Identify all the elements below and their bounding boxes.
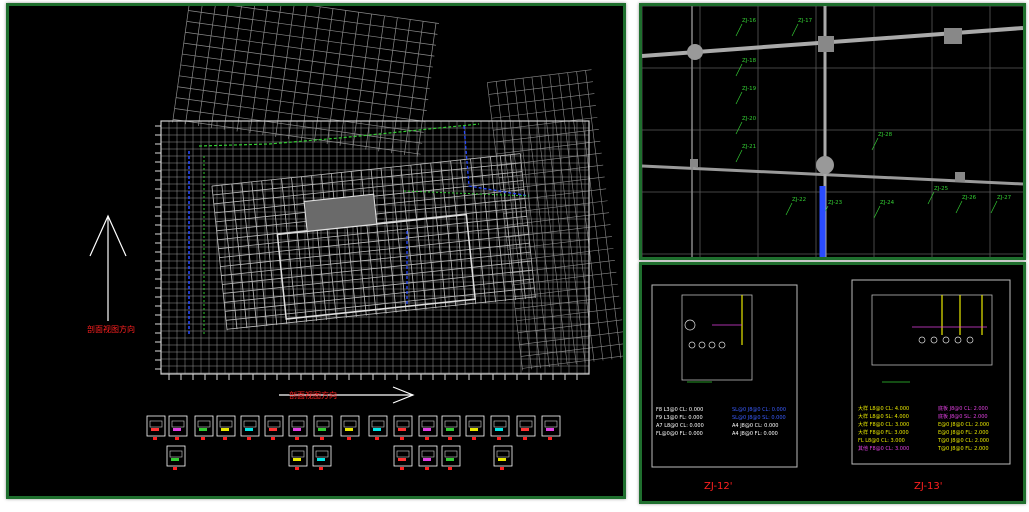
zoom-label: ZJ-21 <box>742 144 756 150</box>
plan-drawing[interactable]: 剖面视图方向 剖面视图方向 <box>9 6 623 496</box>
section-thumbnail[interactable] <box>216 415 236 440</box>
section-thumbnail[interactable] <box>418 415 438 440</box>
left-note-blue-3: A4 J8@0 CL: 0.000 <box>732 423 778 429</box>
section-thumbnail[interactable] <box>441 415 461 440</box>
zoom-label: ZJ-23 <box>828 200 843 206</box>
zoom-label: ZJ-18 <box>742 58 757 64</box>
direction-label-vertical: 剖面视图方向 <box>87 324 135 334</box>
right-note-r1: 底板 J8@0 CL: 2.000 <box>938 405 988 412</box>
right-note-1: 大样 L8@0 CL: 4.000 <box>858 405 909 412</box>
left-note-3: A7 L8@0 CL: 0.000 <box>656 423 704 429</box>
zoom-label: ZJ-16 <box>742 18 757 24</box>
section-right-graphic <box>871 294 993 383</box>
zoom-label: ZJ-28 <box>878 132 893 138</box>
section-left-graphic <box>681 294 753 383</box>
zoom-label: ZJ-19 <box>742 86 757 92</box>
section-thumbnail[interactable] <box>288 415 308 440</box>
zoom-label: ZJ-27 <box>997 195 1012 201</box>
right-note-r3: E@0 J8@0 CL: 2.000 <box>938 422 989 428</box>
right-note-3: 大样 F8@0 CL: 3.000 <box>858 421 909 428</box>
section-thumbnail[interactable] <box>493 445 513 470</box>
rotated-grid-right <box>486 69 623 371</box>
section-thumbnail[interactable] <box>240 415 260 440</box>
section-thumbnail[interactable] <box>146 415 166 440</box>
section-thumbnail[interactable] <box>368 415 388 440</box>
section-thumbnail[interactable] <box>465 415 485 440</box>
right-note-r2: 底板 J8@0 SL: 2.000 <box>938 413 988 420</box>
section-sheet-right[interactable]: 大样 L8@0 CL: 4.000 大样 L8@0 SL: 4.000 大样 F… <box>851 279 1011 465</box>
right-note-r6: T@0 J8@0 FL: 2.000 <box>937 446 989 452</box>
zoom-label: ZJ-26 <box>962 195 977 201</box>
left-section-title: ZJ-12' <box>704 481 733 492</box>
section-thumbnail[interactable] <box>441 445 461 470</box>
right-note-5: FL L8@0 CL: 3.000 <box>858 438 905 444</box>
left-note-4: FL@0@0 FL: 0.000 <box>656 431 703 437</box>
section-thumbnail[interactable] <box>541 415 561 440</box>
section-thumbnail[interactable] <box>313 415 333 440</box>
left-note-blue-2: SL@0 J8@0 SL: 0.000 <box>732 415 786 421</box>
section-thumbnail[interactable] <box>393 445 413 470</box>
section-thumbnail[interactable] <box>194 415 214 440</box>
section-thumbnail[interactable] <box>168 415 188 440</box>
section-thumbnail[interactable] <box>516 415 536 440</box>
right-note-4: 大样 F8@0 FL: 3.000 <box>858 429 909 436</box>
left-note-blue-4: A4 J8@0 FL: 0.000 <box>732 431 778 437</box>
right-note-2: 大样 L8@0 SL: 4.000 <box>858 413 909 420</box>
section-thumbnail[interactable] <box>393 415 413 440</box>
direction-label-horizontal: 剖面视图方向 <box>289 390 337 400</box>
left-note-blue-1: SL@0 J8@0 CL: 0.000 <box>732 407 786 413</box>
zoomed-detail-viewport[interactable]: ZJ-16 ZJ-17 ZJ-18 ZJ-19 ZJ-20 ZJ-21 ZJ-22 ZJ-23… <box>639 3 1026 260</box>
section-thumbnail[interactable] <box>490 415 510 440</box>
sections-drawing[interactable]: F8 L3@0 CL: 0.000 F9 L3@0 FL: 0.000 A7 L… <box>642 265 1023 501</box>
zoom-label: ZJ-17 <box>798 18 813 24</box>
zoom-label: ZJ-20 <box>742 116 757 122</box>
section-thumbnails[interactable] <box>146 415 561 470</box>
zoom-drawing[interactable]: ZJ-16 ZJ-17 ZJ-18 ZJ-19 ZJ-20 ZJ-21 ZJ-22 ZJ-23… <box>642 6 1023 257</box>
section-details-viewport[interactable]: F8 L3@0 CL: 0.000 F9 L3@0 FL: 0.000 A7 L… <box>639 262 1026 504</box>
zoom-label: ZJ-24 <box>880 200 895 206</box>
right-note-r4: E@0 J8@0 FL: 2.000 <box>938 430 989 436</box>
rotated-grid-top <box>172 6 440 157</box>
left-note-2: F9 L3@0 FL: 0.000 <box>656 415 703 421</box>
zoom-label: ZJ-25 <box>934 186 949 192</box>
main-plan-viewport[interactable]: 剖面视图方向 剖面视图方向 <box>6 3 626 499</box>
section-thumbnail[interactable] <box>312 445 332 470</box>
section-sheet-left[interactable]: F8 L3@0 CL: 0.000 F9 L3@0 FL: 0.000 A7 L… <box>651 284 798 468</box>
right-note-r5: T@0 J8@0 CL: 2.000 <box>937 438 989 444</box>
zoom-label: ZJ-22 <box>792 197 806 203</box>
section-thumbnail[interactable] <box>418 445 438 470</box>
inner-building-grid <box>211 153 536 331</box>
section-thumbnail[interactable] <box>288 445 308 470</box>
right-section-title: ZJ-13' <box>914 481 943 492</box>
right-note-6: 其他 F8@0 CL: 3.000 <box>858 445 909 452</box>
section-thumbnail[interactable] <box>264 415 284 440</box>
section-thumbnail[interactable] <box>340 415 360 440</box>
section-thumbnail[interactable] <box>166 445 186 470</box>
left-note-1: F8 L3@0 CL: 0.000 <box>656 407 703 413</box>
arrow-up-icon <box>89 214 127 321</box>
